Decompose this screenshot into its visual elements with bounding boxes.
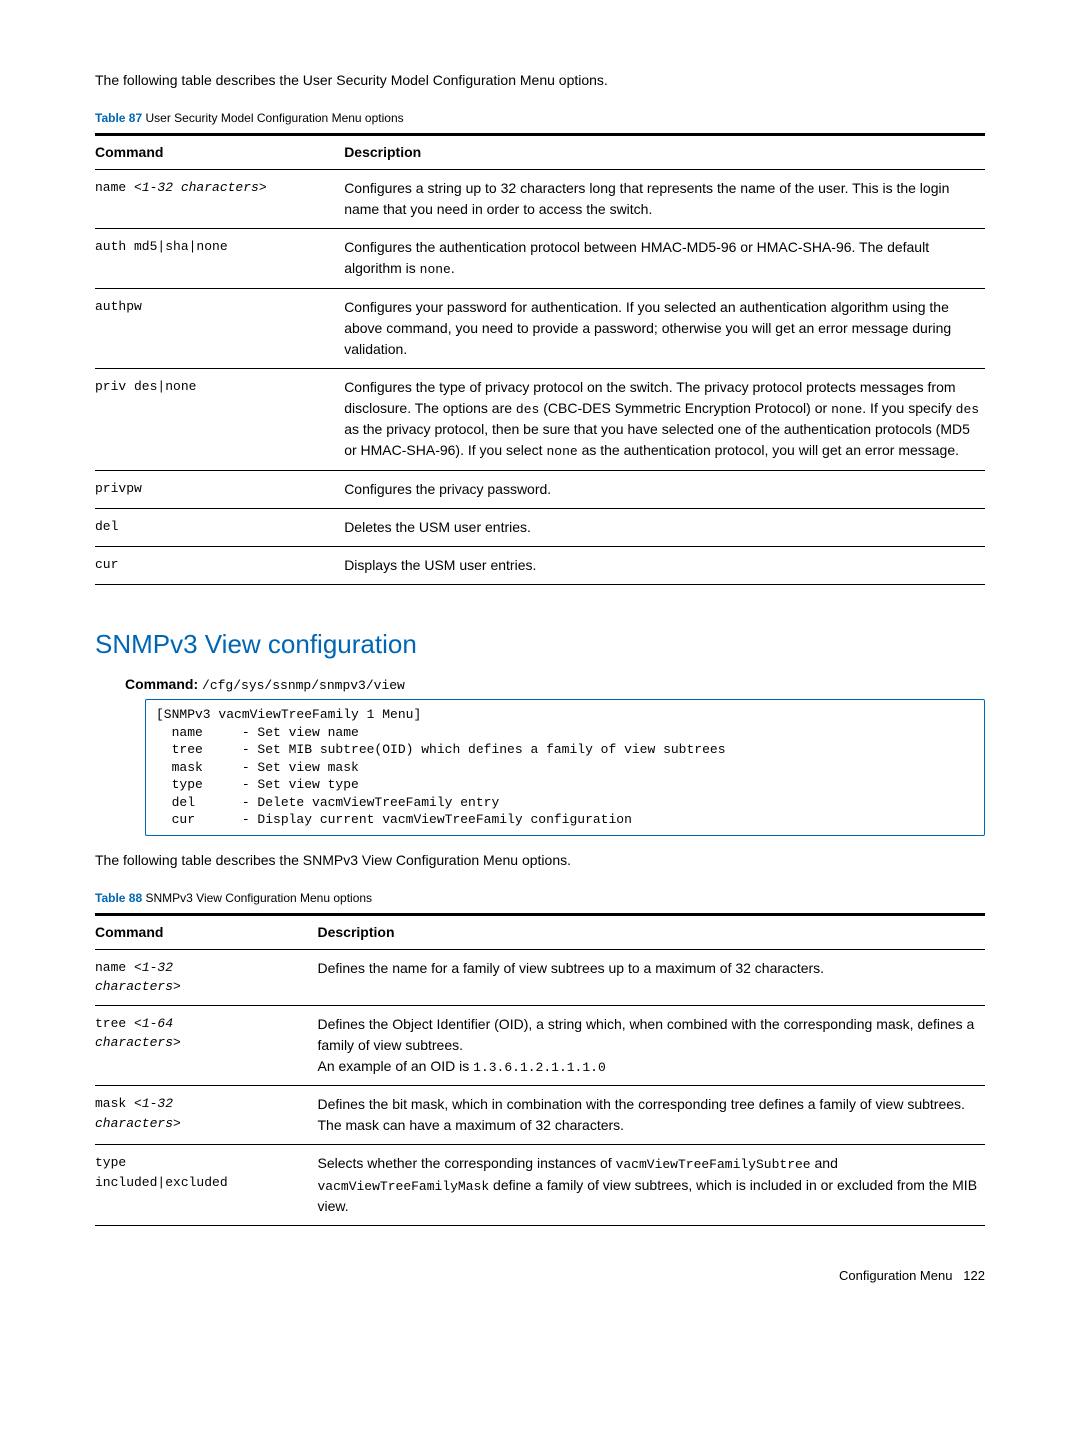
table88: Command Description name <1-32characters… — [95, 913, 985, 1227]
table87-header-description: Description — [344, 135, 985, 170]
table-row: name <1-32characters>Defines the name fo… — [95, 949, 985, 1005]
footer-label: Configuration Menu — [839, 1268, 952, 1283]
description-cell: Displays the USM user entries. — [344, 546, 985, 584]
command-cell: name <1-32 characters> — [95, 170, 344, 229]
command-cell: auth md5|sha|none — [95, 229, 344, 289]
table88-header-command: Command — [95, 914, 318, 949]
command-path: /cfg/sys/ssnmp/snmpv3/view — [202, 678, 405, 693]
command-cell: del — [95, 508, 344, 546]
command-label: Command: — [125, 676, 198, 692]
description-cell: Defines the bit mask, which in combinati… — [318, 1086, 986, 1145]
description-cell: Configures the type of privacy protocol … — [344, 368, 985, 470]
description-cell: Configures a string up to 32 characters … — [344, 170, 985, 229]
page-footer: Configuration Menu 122 — [95, 1266, 985, 1286]
footer-page: 122 — [963, 1268, 985, 1283]
command-cell: mask <1-32characters> — [95, 1086, 318, 1145]
table87-header-command: Command — [95, 135, 344, 170]
table-row: name <1-32 characters>Configures a strin… — [95, 170, 985, 229]
description-cell: Defines the name for a family of view su… — [318, 949, 986, 1005]
table88-label: Table 88 — [95, 891, 142, 905]
description-cell: Configures your password for authenticat… — [344, 288, 985, 368]
description-cell: Deletes the USM user entries. — [344, 508, 985, 546]
table-row: authpwConfigures your password for authe… — [95, 288, 985, 368]
command-cell: name <1-32characters> — [95, 949, 318, 1005]
table87: Command Description name <1-32 character… — [95, 133, 985, 585]
table87-caption: Table 87 User Security Model Configurati… — [95, 109, 985, 127]
table-row: mask <1-32characters>Defines the bit mas… — [95, 1086, 985, 1145]
command-line: Command: /cfg/sys/ssnmp/snmpv3/view — [125, 674, 985, 696]
intro-text-2: The following table describes the SNMPv3… — [95, 850, 985, 871]
code-box: [SNMPv3 vacmViewTreeFamily 1 Menu] name … — [145, 699, 985, 836]
description-cell: Defines the Object Identifier (OID), a s… — [318, 1005, 986, 1086]
table88-caption-text: SNMPv3 View Configuration Menu options — [145, 891, 372, 905]
command-cell: cur — [95, 546, 344, 584]
description-cell: Configures the privacy password. — [344, 470, 985, 508]
table88-header-description: Description — [318, 914, 986, 949]
command-cell: typeincluded|excluded — [95, 1145, 318, 1226]
command-cell: privpw — [95, 470, 344, 508]
intro-text-1: The following table describes the User S… — [95, 70, 985, 91]
table88-caption: Table 88 SNMPv3 View Configuration Menu … — [95, 889, 985, 907]
table-row: delDeletes the USM user entries. — [95, 508, 985, 546]
description-cell: Configures the authentication protocol b… — [344, 229, 985, 289]
section-title-view-config: SNMPv3 View configuration — [95, 625, 985, 664]
table87-label: Table 87 — [95, 111, 142, 125]
table-row: privpwConfigures the privacy password. — [95, 470, 985, 508]
table-row: priv des|noneConfigures the type of priv… — [95, 368, 985, 470]
table-row: auth md5|sha|noneConfigures the authenti… — [95, 229, 985, 289]
table-row: tree <1-64characters>Defines the Object … — [95, 1005, 985, 1086]
table-row: curDisplays the USM user entries. — [95, 546, 985, 584]
table-row: typeincluded|excludedSelects whether the… — [95, 1145, 985, 1226]
description-cell: Selects whether the corresponding instan… — [318, 1145, 986, 1226]
command-cell: priv des|none — [95, 368, 344, 470]
command-cell: tree <1-64characters> — [95, 1005, 318, 1086]
table87-caption-text: User Security Model Configuration Menu o… — [145, 111, 403, 125]
command-cell: authpw — [95, 288, 344, 368]
